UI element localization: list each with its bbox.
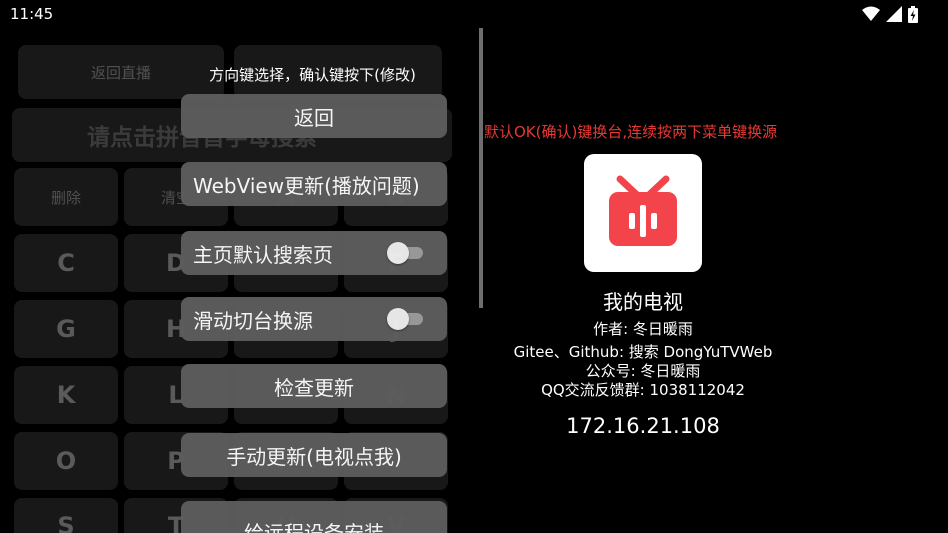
status-icons <box>862 5 918 23</box>
key-k[interactable]: K <box>14 366 118 424</box>
menu-item-label: 滑动切台换源 <box>193 308 313 333</box>
menu-item-swipe-switch-source[interactable]: 滑动切台换源 <box>181 297 447 341</box>
panel-divider <box>479 28 483 308</box>
menu-item-webview-update[interactable]: WebView更新(播放问题) <box>181 162 447 206</box>
delete-key[interactable]: 删除 <box>14 168 118 226</box>
menu-item-label: 手动更新(电视点我) <box>226 444 402 469</box>
wechat-text: 公众号: 冬日暖雨 <box>585 362 701 380</box>
swipe-switch-toggle[interactable] <box>387 308 423 330</box>
menu-title: 方向键选择，确认键按下(修改) <box>209 66 416 84</box>
app-name: 我的电视 <box>603 290 683 314</box>
menu-item-default-search-page[interactable]: 主页默认搜索页 <box>181 231 447 275</box>
operation-tip: 默认OK(确认)键换台,连续按两下菜单键换源 <box>484 123 778 141</box>
ip-address: 172.16.21.108 <box>566 414 720 438</box>
key-g[interactable]: G <box>14 300 118 358</box>
tv-logo-icon <box>609 175 677 246</box>
menu-item-check-update[interactable]: 检查更新 <box>181 364 447 408</box>
menu-item-manual-update[interactable]: 手动更新(电视点我) <box>181 433 447 477</box>
status-bar: 11:45 <box>0 0 948 28</box>
author-text: 作者: 冬日暖雨 <box>593 320 693 338</box>
menu-item-label: WebView更新(播放问题) <box>193 173 420 198</box>
qq-group-text: QQ交流反馈群: 1038112042 <box>541 381 745 399</box>
signal-icon <box>886 6 902 22</box>
key-o[interactable]: O <box>14 432 118 490</box>
key-c[interactable]: C <box>14 234 118 292</box>
menu-item-remote-install[interactable]: 给远程设备安装 <box>181 501 447 533</box>
menu-item-back[interactable]: 返回 <box>181 94 447 138</box>
default-search-toggle[interactable] <box>387 242 423 264</box>
app-logo <box>584 154 702 272</box>
key-s[interactable]: S <box>14 498 118 533</box>
status-time: 11:45 <box>10 5 54 23</box>
menu-item-label: 主页默认搜索页 <box>193 242 333 267</box>
menu-item-label: 返回 <box>294 105 334 130</box>
wifi-icon <box>862 6 880 21</box>
battery-charging-icon <box>908 5 918 23</box>
source-text: Gitee、Github: 搜索 DongYuTVWeb <box>513 343 773 361</box>
menu-item-label: 给远程设备安装 <box>244 521 384 533</box>
main-screen: 返回直播 请点击拼音首字母搜索 删除 清空 A B C D F G H J K … <box>0 28 948 533</box>
menu-item-label: 检查更新 <box>274 375 354 400</box>
